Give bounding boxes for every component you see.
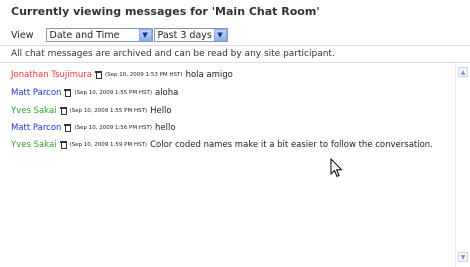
- chat-scrollbar[interactable]: ▲ ▼: [455, 63, 469, 267]
- view-filter-row: View Date and Time ▼ Past 3 days ▼: [11, 27, 228, 43]
- message-timestamp: (Sep 10, 2009 1:55 PM HST): [69, 108, 148, 114]
- trash-icon[interactable]: [64, 124, 72, 132]
- message-author: Matt Parcon: [11, 123, 62, 133]
- message-timestamp: (Sep 10, 2009 1:59 PM HST): [69, 142, 148, 148]
- message-author: Jonathan Tsujimura: [11, 70, 93, 80]
- sort-select[interactable]: Date and Time ▼: [45, 28, 153, 42]
- sort-select-value: Date and Time: [49, 29, 120, 41]
- message-text: aloha: [154, 88, 179, 98]
- message-timestamp: (Sep 10, 2009 1:55 PM HST): [74, 90, 152, 96]
- divider: [0, 45, 470, 46]
- scroll-up-arrow-icon[interactable]: ▲: [458, 67, 468, 77]
- chat-message: Jonathan Tsujimura (Sep 10, 2009 1:53 PM…: [11, 70, 233, 80]
- range-select[interactable]: Past 3 days ▼: [153, 28, 228, 42]
- page-title: Currently viewing messages for 'Main Cha…: [11, 5, 320, 18]
- message-author: Yves Sakai: [11, 140, 57, 150]
- chat-message: Matt Parcon (Sep 10, 2009 1:56 PM HST) h…: [11, 123, 176, 133]
- range-select-value: Past 3 days: [157, 29, 212, 41]
- mouse-pointer-icon: [330, 158, 343, 178]
- trash-icon[interactable]: [64, 89, 72, 97]
- message-author: Yves Sakai: [11, 106, 57, 116]
- chevron-down-icon[interactable]: ▼: [213, 29, 227, 41]
- message-timestamp: (Sep 10, 2009 1:53 PM HST): [105, 72, 183, 78]
- trash-icon[interactable]: [59, 107, 67, 115]
- message-text: Color coded names make it a bit easier t…: [150, 140, 433, 150]
- trash-icon[interactable]: [59, 141, 67, 149]
- scroll-down-arrow-icon[interactable]: ▼: [458, 252, 468, 262]
- message-text: hello: [154, 123, 176, 133]
- chevron-down-icon[interactable]: ▼: [138, 29, 152, 41]
- chat-message: Yves Sakai (Sep 10, 2009 1:55 PM HST) He…: [11, 106, 172, 116]
- chat-message: Matt Parcon (Sep 10, 2009 1:55 PM HST) a…: [11, 88, 178, 98]
- trash-icon[interactable]: [95, 71, 103, 79]
- archive-notice: All chat messages are archived and can b…: [11, 49, 335, 59]
- view-label: View: [11, 29, 34, 41]
- chat-message-list: Jonathan Tsujimura (Sep 10, 2009 1:53 PM…: [0, 63, 455, 267]
- message-author: Matt Parcon: [11, 88, 62, 98]
- message-timestamp: (Sep 10, 2009 1:56 PM HST): [74, 125, 152, 131]
- message-text: Hello: [150, 106, 172, 116]
- message-text: hola amigo: [185, 70, 233, 80]
- chat-message: Yves Sakai (Sep 10, 2009 1:59 PM HST) Co…: [11, 140, 433, 150]
